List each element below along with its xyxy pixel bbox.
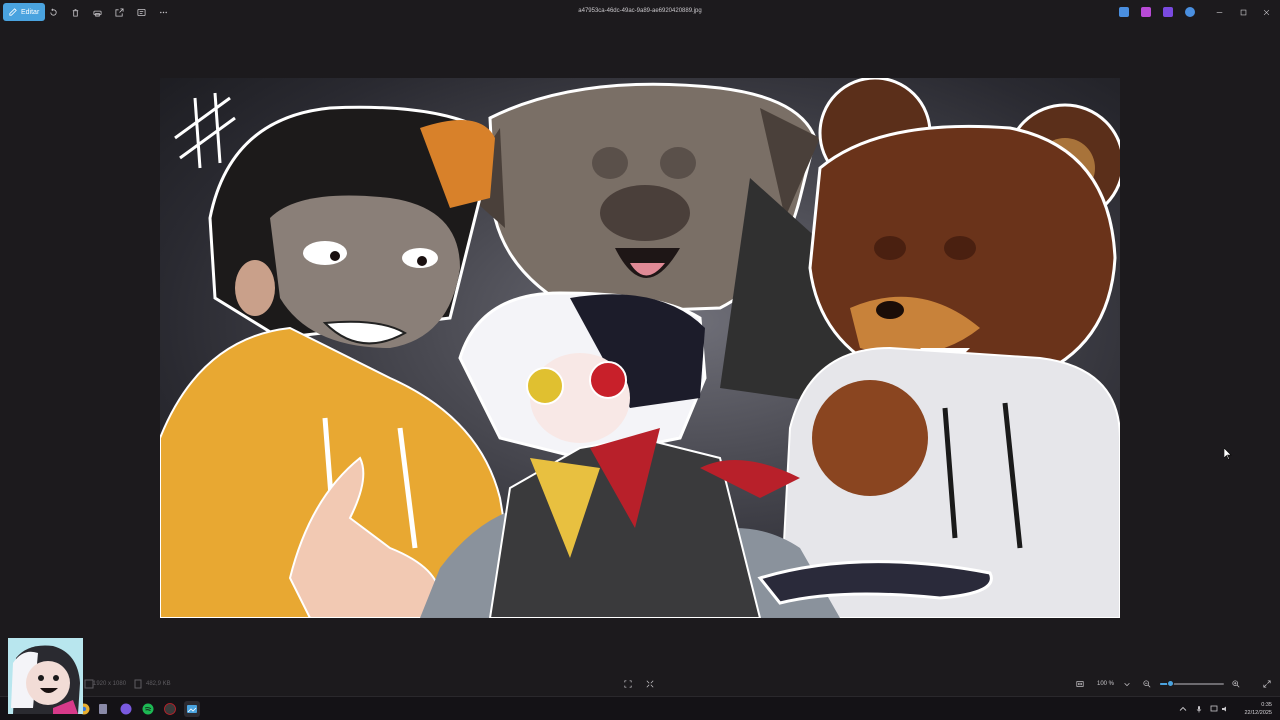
photos-app: Editar a47953ca-46dc-49ac-9a89-ae6920420… xyxy=(0,0,1280,720)
zoom-dropdown-button[interactable] xyxy=(1122,679,1132,689)
close-icon xyxy=(1263,9,1269,15)
clock-time: 0:35 xyxy=(1261,702,1272,708)
taskbar-spotify[interactable] xyxy=(140,701,156,717)
close-button[interactable] xyxy=(1260,6,1272,18)
taskbar-clock[interactable]: 0:35 22/12/2025 xyxy=(1244,701,1272,717)
title-bar: Editar a47953ca-46dc-49ac-9a89-ae6920420… xyxy=(0,0,1280,24)
edit-icon[interactable] xyxy=(1119,7,1129,17)
webcam-overlay xyxy=(8,638,83,714)
discord-icon xyxy=(120,703,132,715)
zoom-out-button[interactable] xyxy=(1142,679,1152,689)
file-name: a47953ca-46dc-49ac-9a89-ae6920420889.jpg xyxy=(578,8,702,14)
minimize-icon xyxy=(1216,11,1222,13)
image-canvas[interactable] xyxy=(160,78,1120,618)
zoom-out-icon xyxy=(1143,680,1151,688)
taskbar-obs[interactable] xyxy=(162,701,178,717)
file-size: 482,9 KB xyxy=(146,681,171,687)
fan-art-illustration xyxy=(160,78,1120,618)
fullscreen-button[interactable] xyxy=(1262,679,1272,689)
chevron-down-icon xyxy=(1124,682,1130,687)
notepad-icon xyxy=(99,704,107,714)
zoom-in-button[interactable] xyxy=(1231,679,1241,689)
taskbar-notepad[interactable] xyxy=(95,701,111,717)
minimize-button[interactable] xyxy=(1213,6,1225,18)
volume-icon[interactable] xyxy=(1221,705,1229,713)
maximize-icon xyxy=(1240,9,1246,15)
actual-size-icon xyxy=(646,680,654,688)
maximize-button[interactable] xyxy=(1237,6,1249,18)
file-size-icon xyxy=(134,679,142,689)
spotify-icon xyxy=(142,703,154,715)
zoom-slider[interactable] xyxy=(1160,680,1224,687)
microphone-icon[interactable] xyxy=(1195,705,1203,713)
crop-view-button[interactable] xyxy=(1075,679,1085,689)
network-icon[interactable] xyxy=(1210,705,1218,713)
taskbar: 0:35 22/12/2025 xyxy=(0,696,1280,720)
expand-icon xyxy=(1263,680,1271,688)
clock-date: 22/12/2025 xyxy=(1244,710,1272,716)
onedrive-icon[interactable] xyxy=(1185,7,1195,17)
image-dimensions: 1920 x 1080 xyxy=(93,681,127,687)
fit-to-window-button[interactable] xyxy=(623,679,633,689)
taskbar-photos[interactable] xyxy=(184,701,200,717)
mouse-cursor-icon xyxy=(1224,448,1232,460)
frame-icon xyxy=(1076,681,1084,687)
zoom-level[interactable]: 100 % xyxy=(1097,681,1114,687)
designer-icon[interactable] xyxy=(1163,7,1173,17)
zoom-in-icon xyxy=(1232,680,1240,688)
chevron-up-icon[interactable] xyxy=(1179,705,1187,713)
taskbar-discord[interactable] xyxy=(118,701,134,717)
avatar xyxy=(8,638,83,714)
photos-icon xyxy=(187,705,197,713)
clipchamp-icon[interactable] xyxy=(1141,7,1151,17)
status-bar: 1920 x 1080 482,9 KB 100 % xyxy=(0,674,1280,694)
fit-icon xyxy=(624,680,632,688)
obs-icon xyxy=(164,703,176,715)
actual-size-button[interactable] xyxy=(645,679,655,689)
